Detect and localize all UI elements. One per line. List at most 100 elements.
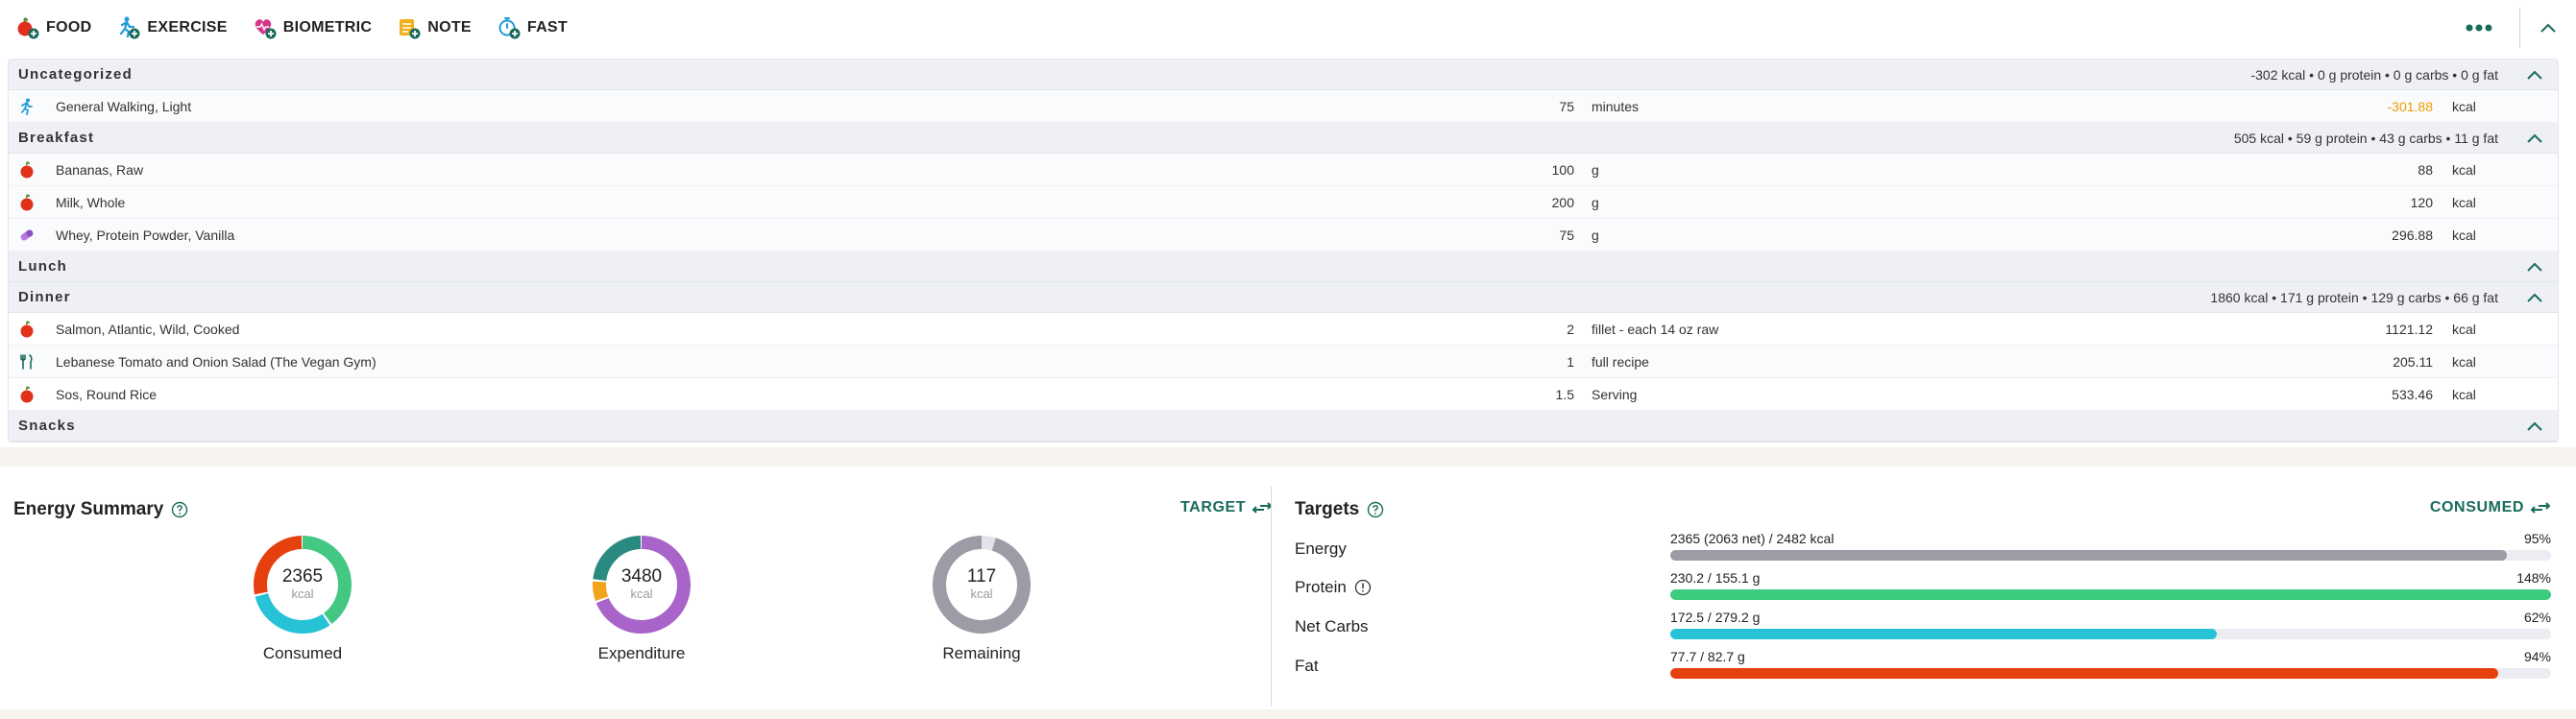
help-icon[interactable] bbox=[171, 501, 188, 518]
group-header-uncategorized[interactable]: Uncategorized -302 kcal • 0 g protein • … bbox=[9, 60, 2558, 90]
collapse-diary-button[interactable] bbox=[2534, 13, 2563, 42]
stopwatch-add-icon bbox=[498, 16, 521, 38]
chevron-up-icon bbox=[2527, 70, 2542, 80]
target-protein-name: Protein bbox=[1295, 578, 1347, 596]
entry-energy: 1121.12 bbox=[2385, 322, 2433, 337]
help-icon[interactable] bbox=[1367, 501, 1384, 518]
expenditure-label: Expenditure bbox=[597, 644, 686, 662]
chevron-up-icon bbox=[2527, 421, 2542, 431]
apple-icon bbox=[20, 194, 34, 211]
heart-add-icon bbox=[255, 18, 277, 38]
entry-name: Sos, Round Rice bbox=[56, 387, 158, 402]
diary-entry[interactable]: Milk, Whole 200 g 120 kcal bbox=[9, 186, 2558, 219]
group-summary: 1860 kcal • 171 g protein • 129 g carbs … bbox=[2210, 290, 2498, 305]
consumed-toggle-button[interactable]: CONSUMED bbox=[2430, 499, 2551, 516]
summary-divider bbox=[1271, 486, 1272, 707]
runner-add-icon bbox=[120, 16, 140, 38]
diary-entry[interactable]: Lebanese Tomato and Onion Salad (The Veg… bbox=[9, 346, 2558, 378]
target-toggle-button[interactable]: TARGET bbox=[1180, 499, 1273, 516]
apple-add-icon bbox=[17, 17, 39, 38]
targets-title: Targets bbox=[1295, 499, 1360, 519]
group-header-snacks[interactable]: Snacks bbox=[9, 411, 2558, 442]
remaining-label: Remaining bbox=[942, 644, 1021, 662]
add-exercise-button[interactable]: EXERCISE bbox=[116, 15, 227, 40]
group-name: Dinner bbox=[18, 289, 71, 305]
group-header-dinner[interactable]: Dinner 1860 kcal • 171 g protein • 129 g… bbox=[9, 282, 2558, 313]
entry-name: General Walking, Light bbox=[56, 99, 192, 114]
diary-entry[interactable]: Whey, Protein Powder, Vanilla 75 g 296.8… bbox=[9, 219, 2558, 252]
add-food-button[interactable]: FOOD bbox=[15, 15, 91, 40]
entry-amount: 1 bbox=[1567, 354, 1574, 370]
apple-icon bbox=[20, 161, 34, 179]
group-collapse-button[interactable] bbox=[2523, 286, 2546, 309]
target-energy-name: Energy bbox=[1295, 539, 1347, 558]
apple-icon bbox=[20, 386, 34, 403]
entry-unit: g bbox=[1592, 195, 1599, 210]
chevron-up-icon bbox=[2527, 262, 2542, 272]
add-biometric-button[interactable]: BIOMETRIC bbox=[253, 15, 372, 40]
entry-energy: 88 bbox=[2418, 162, 2433, 178]
remaining-donut: 117 kcal bbox=[932, 535, 1032, 635]
target-fat-name: Fat bbox=[1295, 657, 1319, 675]
group-collapse-button[interactable] bbox=[2523, 63, 2546, 86]
add-exercise-label: EXERCISE bbox=[147, 18, 228, 36]
group-header-breakfast[interactable]: Breakfast 505 kcal • 59 g protein • 43 g… bbox=[9, 123, 2558, 154]
remaining-value: 117 bbox=[966, 566, 997, 587]
group-name: Uncategorized bbox=[18, 66, 133, 83]
group-name: Lunch bbox=[18, 258, 67, 275]
info-icon[interactable] bbox=[1354, 579, 1372, 596]
diary-entry[interactable]: Salmon, Atlantic, Wild, Cooked 2 fillet … bbox=[9, 313, 2558, 346]
entry-energy-unit: kcal bbox=[2452, 322, 2476, 337]
entry-name: Whey, Protein Powder, Vanilla bbox=[56, 228, 235, 243]
target-energy-pct: 95% bbox=[2523, 531, 2551, 546]
consumed-label: Consumed bbox=[262, 644, 343, 662]
entry-amount: 100 bbox=[1551, 162, 1574, 178]
swap-icon bbox=[2530, 502, 2551, 514]
target-fat-bar-fill bbox=[1670, 668, 2498, 679]
group-header-lunch[interactable]: Lunch bbox=[9, 252, 2558, 282]
diary-entry[interactable]: Sos, Round Rice 1.5 Serving 533.46 kcal bbox=[9, 378, 2558, 411]
group-collapse-button[interactable] bbox=[2523, 127, 2546, 150]
toolbar-divider bbox=[2519, 7, 2520, 48]
target-netcarbs-bar bbox=[1670, 629, 2551, 639]
consumed-donut: 2365 kcal bbox=[253, 535, 352, 635]
group-name: Breakfast bbox=[18, 130, 95, 146]
group-collapse-button[interactable] bbox=[2523, 415, 2546, 438]
energy-summary-heading: Energy Summary bbox=[13, 499, 188, 520]
chevron-up-icon bbox=[2540, 23, 2556, 33]
entry-energy-unit: kcal bbox=[2452, 162, 2476, 178]
target-protein-bar bbox=[1670, 589, 2551, 600]
entry-unit: Serving bbox=[1592, 387, 1638, 402]
diary-entry[interactable]: General Walking, Light 75 minutes -301.8… bbox=[9, 90, 2558, 123]
group-summary: 505 kcal • 59 g protein • 43 g carbs • 1… bbox=[2233, 131, 2498, 146]
target-energy-text: 2365 (2063 net) / 2482 kcal bbox=[1670, 531, 1835, 546]
target-netcarbs-name: Net Carbs bbox=[1295, 617, 1369, 635]
runner-icon bbox=[21, 98, 33, 115]
add-note-button[interactable]: NOTE bbox=[397, 15, 472, 40]
add-fast-button[interactable]: FAST bbox=[497, 15, 568, 40]
target-toggle-label: TARGET bbox=[1180, 499, 1247, 515]
entry-amount: 1.5 bbox=[1555, 387, 1574, 402]
target-energy-bar-fill bbox=[1670, 550, 2508, 561]
consumed-unit: kcal bbox=[291, 587, 314, 601]
entry-energy: 205.11 bbox=[2393, 354, 2433, 370]
target-netcarbs-text: 172.5 / 279.2 g bbox=[1670, 610, 1761, 625]
entry-energy-unit: kcal bbox=[2452, 228, 2476, 243]
more-options-button[interactable] bbox=[2462, 13, 2496, 42]
group-name: Snacks bbox=[18, 418, 76, 434]
entry-energy-unit: kcal bbox=[2452, 99, 2476, 114]
entry-unit: fillet - each 14 oz raw bbox=[1592, 322, 1719, 337]
group-collapse-button[interactable] bbox=[2523, 255, 2546, 278]
entry-energy: 120 bbox=[2410, 195, 2433, 210]
add-food-label: FOOD bbox=[46, 18, 92, 36]
diary-entry[interactable]: Bananas, Raw 100 g 88 kcal bbox=[9, 154, 2558, 186]
entry-amount: 75 bbox=[1559, 99, 1574, 114]
consumed-toggle-label: CONSUMED bbox=[2429, 499, 2524, 515]
entry-unit: g bbox=[1592, 162, 1599, 178]
add-toolbar: FOOD EXERCISE BIOMETRIC NOTE FAST bbox=[0, 0, 2576, 55]
entry-unit: g bbox=[1592, 228, 1599, 243]
diary-table: Uncategorized -302 kcal • 0 g protein • … bbox=[8, 59, 2559, 443]
entry-name: Lebanese Tomato and Onion Salad (The Veg… bbox=[56, 354, 377, 370]
add-note-label: NOTE bbox=[427, 18, 472, 36]
recipe-icon bbox=[20, 354, 33, 370]
